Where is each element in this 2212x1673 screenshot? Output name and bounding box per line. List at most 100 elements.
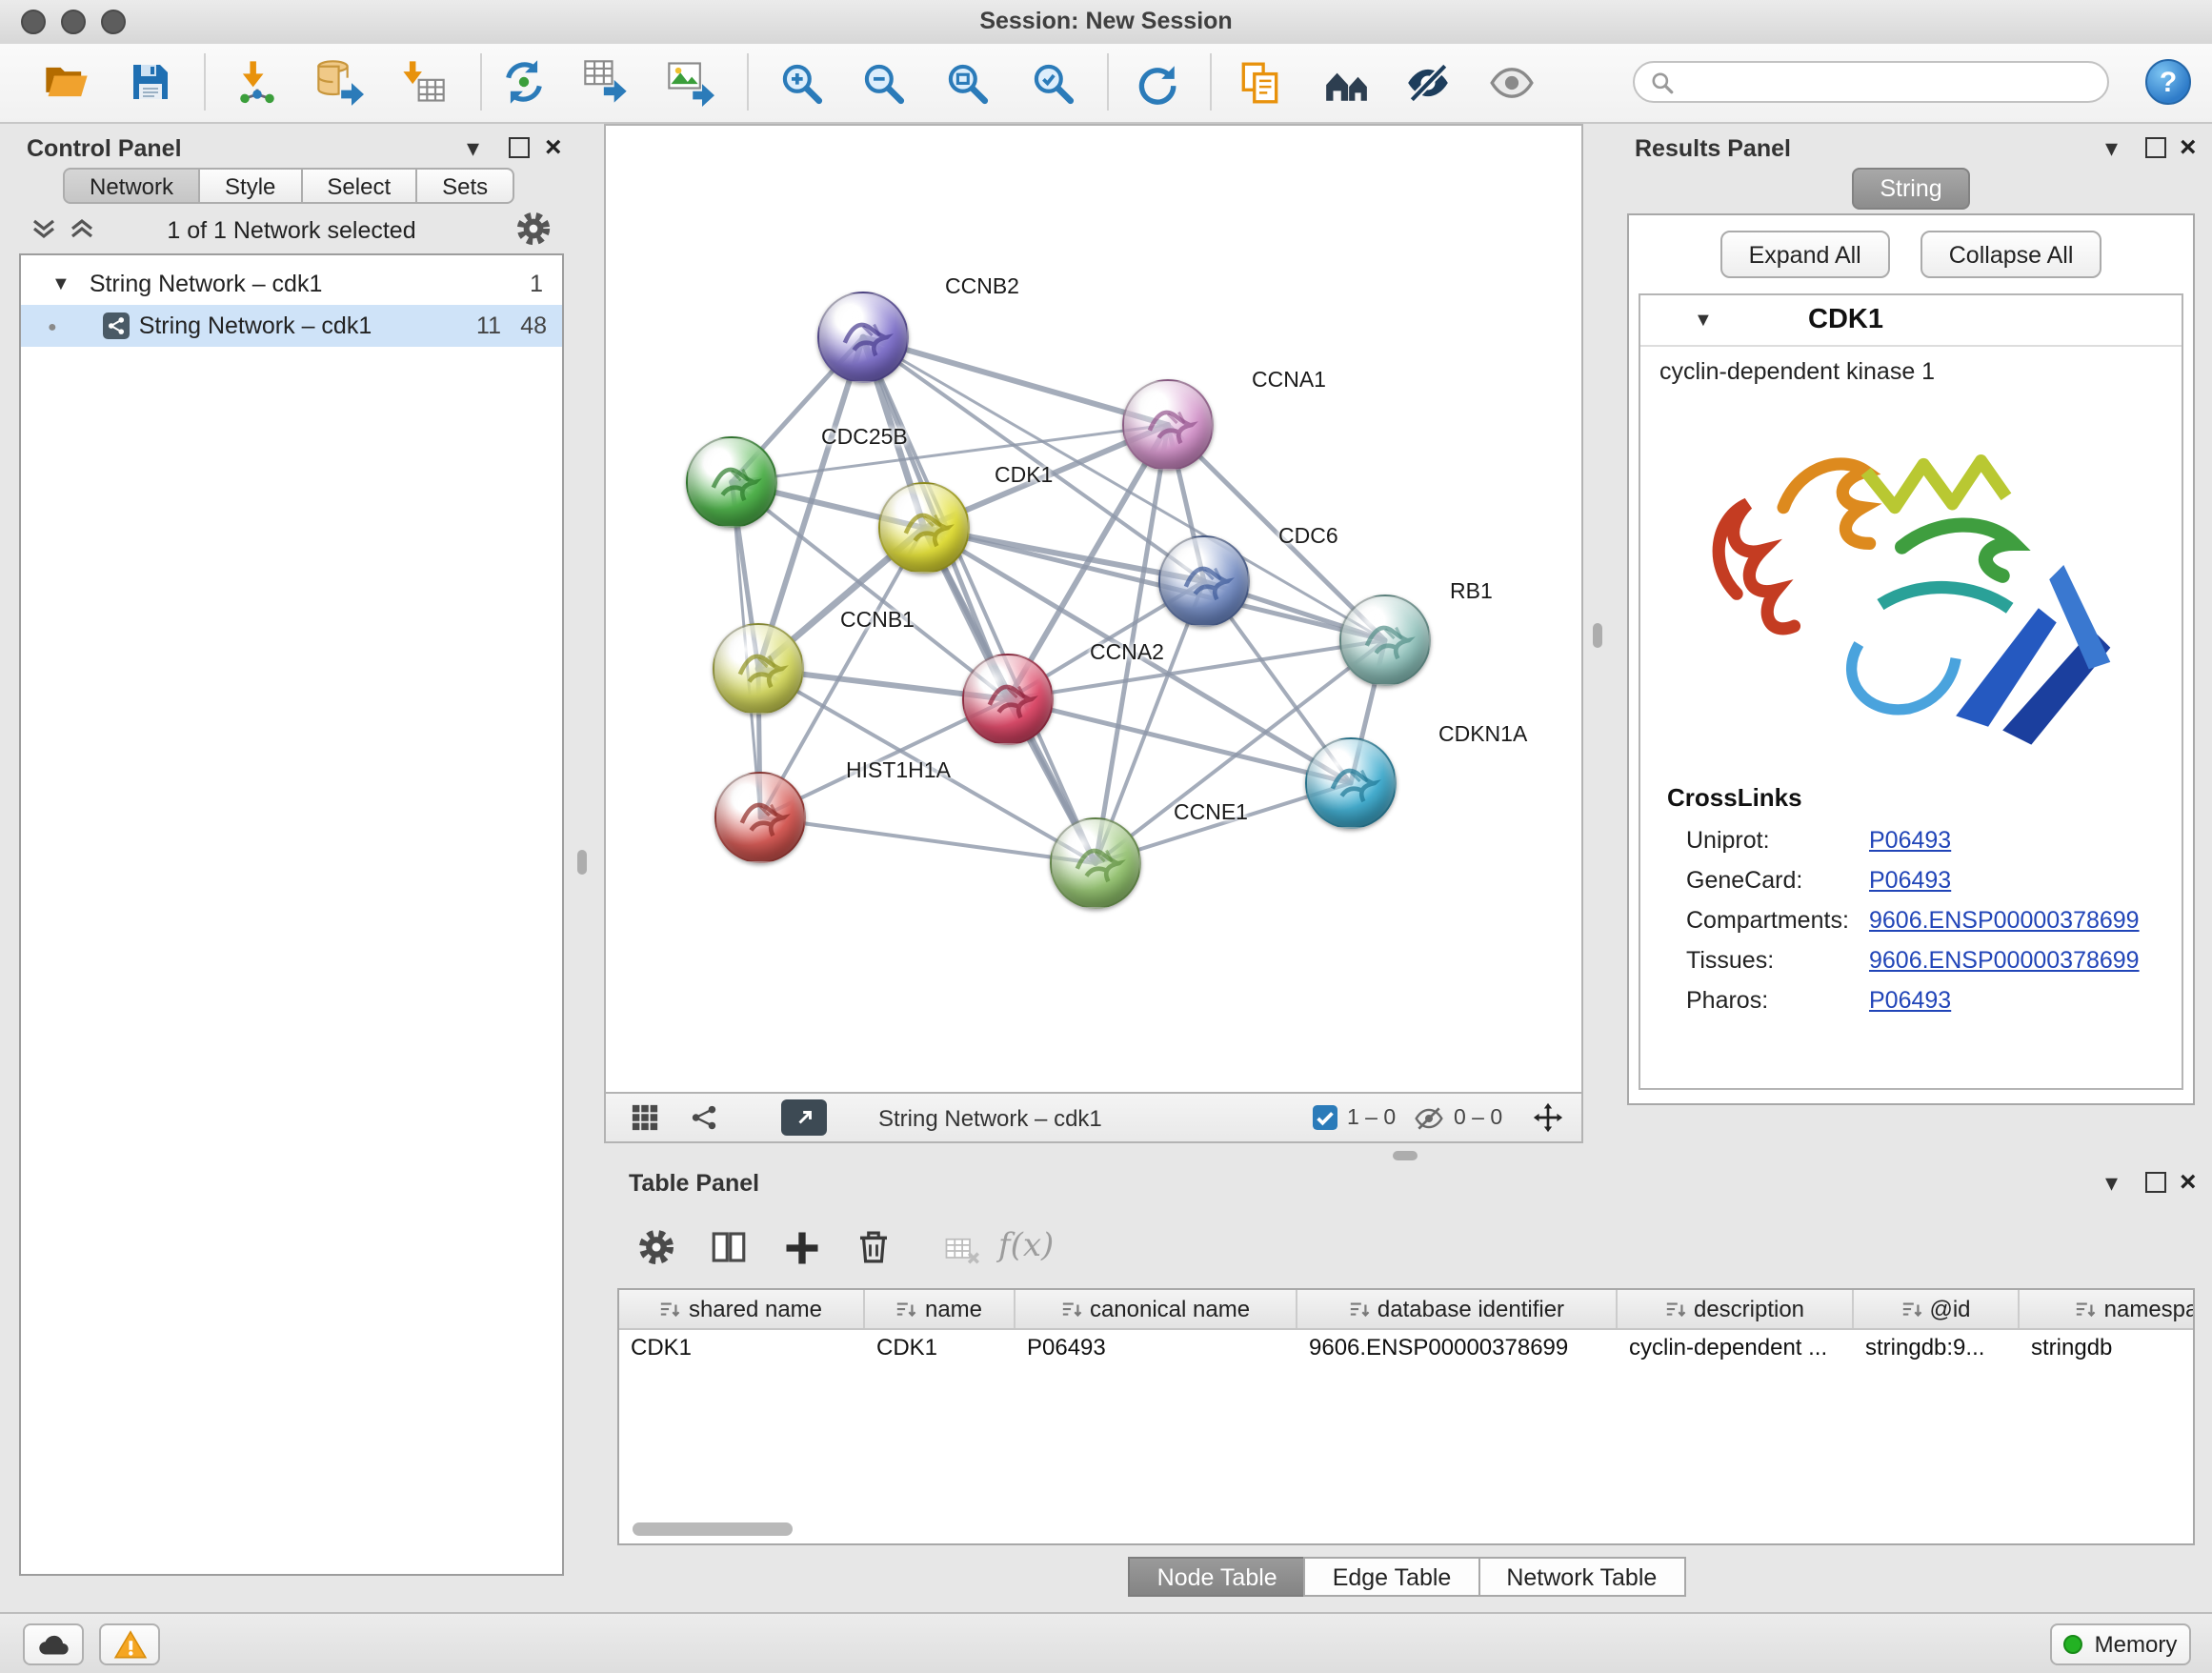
- section-disclosure-icon[interactable]: ▼: [1694, 311, 1713, 332]
- search-box[interactable]: [1633, 61, 2109, 103]
- show-columns-button[interactable]: [709, 1227, 749, 1277]
- control-panel-float-button[interactable]: [509, 137, 530, 158]
- grid-view-button[interactable]: [631, 1103, 659, 1141]
- column-header-database-identifier[interactable]: database identifier: [1297, 1290, 1618, 1328]
- results-panel-collapse-icon[interactable]: ▾: [2105, 137, 2118, 160]
- collapse-all-button-results[interactable]: Collapse All: [1920, 231, 2102, 278]
- crosslink-link[interactable]: 9606.ENSP00000378699: [1869, 907, 2140, 934]
- column-header-id[interactable]: @id: [1854, 1290, 2020, 1328]
- detach-view-button[interactable]: [781, 1099, 827, 1136]
- network-node-ccna2[interactable]: [962, 654, 1054, 745]
- search-input[interactable]: [1684, 67, 2092, 97]
- export-image-button[interactable]: [657, 50, 722, 114]
- results-panel-close-button[interactable]: ×: [2180, 137, 2197, 160]
- refresh-button[interactable]: [1122, 50, 1187, 114]
- table-cell-shared-name[interactable]: CDK1: [619, 1330, 865, 1366]
- pan-mode-button[interactable]: [1532, 1101, 1564, 1143]
- control-panel-close-button[interactable]: ×: [545, 137, 562, 160]
- save-session-button[interactable]: [118, 50, 183, 114]
- bottom-splitter-handle[interactable]: [1393, 1151, 1418, 1160]
- network-node-ccnb1[interactable]: [713, 623, 804, 715]
- hide-selected-button[interactable]: [1395, 50, 1459, 114]
- protein-section-header[interactable]: ▼ CDK1: [1640, 295, 2182, 347]
- column-header-namespac[interactable]: namespac: [2020, 1290, 2195, 1328]
- network-node-cdkn1a[interactable]: [1305, 737, 1397, 829]
- results-panel-float-button[interactable]: [2145, 137, 2166, 158]
- delete-column-button[interactable]: [854, 1227, 894, 1277]
- table-panel-collapse-icon[interactable]: ▾: [2105, 1172, 2118, 1195]
- crosslink-link[interactable]: P06493: [1869, 987, 1951, 1014]
- import-network-file-button[interactable]: [225, 50, 290, 114]
- control-panel-settings-button[interactable]: [514, 210, 553, 257]
- table-data-row[interactable]: CDK1CDK1P064939606.ENSP00000378699cyclin…: [619, 1330, 2193, 1366]
- network-overview-button[interactable]: [1313, 50, 1377, 114]
- tab-style[interactable]: Style: [198, 168, 302, 204]
- export-image-icon: [665, 57, 714, 107]
- network-view-mode-button[interactable]: [690, 1103, 718, 1141]
- zoom-in-button[interactable]: [768, 50, 833, 114]
- table-cell-id[interactable]: stringdb:9...: [1854, 1330, 2020, 1366]
- tab-node-table[interactable]: Node Table: [1129, 1557, 1306, 1597]
- crosslink-link[interactable]: P06493: [1869, 827, 1951, 854]
- right-splitter-handle[interactable]: [1593, 623, 1602, 648]
- open-session-button[interactable]: [34, 50, 99, 114]
- tab-string[interactable]: String: [1851, 168, 1970, 210]
- cloud-status-button[interactable]: [23, 1623, 84, 1665]
- show-all-button[interactable]: [1478, 50, 1543, 114]
- documents-button[interactable]: [1227, 50, 1292, 114]
- column-header-shared-name[interactable]: shared name: [619, 1290, 865, 1328]
- table-cell-description[interactable]: cyclin-dependent ...: [1618, 1330, 1854, 1366]
- network-node-hist1h1a[interactable]: [714, 772, 806, 863]
- network-row[interactable]: ● String Network – cdk1 11 48: [21, 305, 562, 347]
- network-canvas[interactable]: CCNB2CCNA1CDC25BCDK1CDC6RB1CCNB1CCNA2CDK…: [604, 124, 1583, 1094]
- zoom-out-button[interactable]: [850, 50, 915, 114]
- crosslink-link[interactable]: 9606.ENSP00000378699: [1869, 947, 2140, 974]
- network-node-cdc6[interactable]: [1158, 535, 1250, 627]
- tab-sets[interactable]: Sets: [415, 168, 514, 204]
- table-cell-database-identifier[interactable]: 9606.ENSP00000378699: [1297, 1330, 1618, 1366]
- crosslink-link[interactable]: P06493: [1869, 867, 1951, 894]
- plus-icon: [781, 1227, 823, 1269]
- import-table-button[interactable]: [391, 50, 455, 114]
- network-node-ccne1[interactable]: [1050, 817, 1141, 909]
- network-node-ccna1[interactable]: [1122, 379, 1214, 471]
- network-node-ccnb2[interactable]: [817, 292, 909, 383]
- crosslink-row-compartments: Compartments:9606.ENSP00000378699: [1686, 907, 2182, 934]
- column-header-description[interactable]: description: [1618, 1290, 1854, 1328]
- zoom-selected-icon: [1028, 58, 1076, 106]
- create-column-button[interactable]: [781, 1227, 823, 1279]
- control-panel-collapse-icon[interactable]: ▾: [467, 137, 479, 160]
- network-nodes-layer: CCNB2CCNA1CDC25BCDK1CDC6RB1CCNB1CCNA2CDK…: [606, 126, 1581, 1092]
- warnings-button[interactable]: [99, 1623, 160, 1665]
- clone-network-button[interactable]: [573, 50, 638, 114]
- table-cell-canonical-name[interactable]: P06493: [1016, 1330, 1297, 1366]
- import-network-database-button[interactable]: [307, 50, 372, 114]
- table-panel-close-button[interactable]: ×: [2180, 1172, 2197, 1195]
- expand-all-button[interactable]: Expand All: [1720, 231, 1890, 278]
- zoom-fit-button[interactable]: [934, 50, 998, 114]
- left-splitter-handle[interactable]: [577, 850, 587, 875]
- function-builder-button[interactable]: f(x): [998, 1227, 1054, 1265]
- table-settings-button[interactable]: [636, 1227, 676, 1277]
- table-panel-float-button[interactable]: [2145, 1172, 2166, 1193]
- table-cell-name[interactable]: CDK1: [865, 1330, 1016, 1366]
- memory-button[interactable]: Memory: [2050, 1623, 2191, 1665]
- network-node-cdk1[interactable]: [878, 482, 970, 574]
- tab-network-table[interactable]: Network Table: [1478, 1557, 1685, 1597]
- new-network-button[interactable]: [492, 50, 556, 114]
- tree-disclosure-icon[interactable]: ▼: [51, 273, 70, 294]
- delete-table-button[interactable]: [943, 1231, 983, 1280]
- table-cell-namespac[interactable]: stringdb: [2020, 1330, 2195, 1366]
- network-collection-row[interactable]: ▼ String Network – cdk1 1: [21, 263, 562, 305]
- help-button[interactable]: ?: [2145, 59, 2191, 105]
- table-horizontal-scrollbar[interactable]: [633, 1522, 793, 1536]
- network-node-label-rb1: RB1: [1450, 581, 1493, 604]
- zoom-selected-button[interactable]: [1019, 50, 1084, 114]
- column-header-canonical-name[interactable]: canonical name: [1016, 1290, 1297, 1328]
- tab-select[interactable]: Select: [300, 168, 417, 204]
- column-header-name[interactable]: name: [865, 1290, 1016, 1328]
- network-node-cdc25b[interactable]: [686, 436, 777, 528]
- network-node-rb1[interactable]: [1339, 595, 1431, 686]
- tab-network[interactable]: Network: [63, 168, 200, 204]
- tab-edge-table[interactable]: Edge Table: [1304, 1557, 1480, 1597]
